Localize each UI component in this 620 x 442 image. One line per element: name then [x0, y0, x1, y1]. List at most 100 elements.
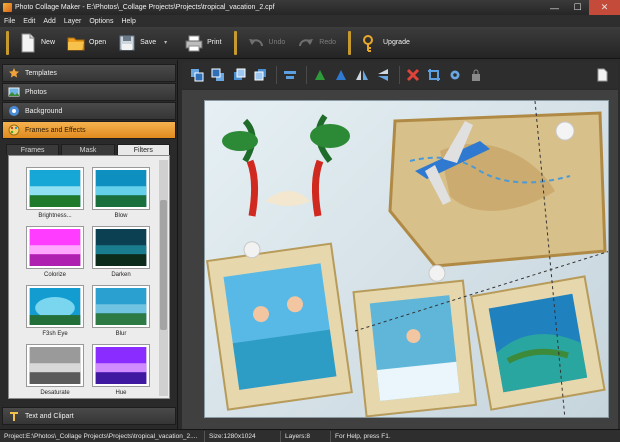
floppy-disk-icon [119, 35, 135, 50]
upgrade-button[interactable]: Upgrade [355, 29, 416, 57]
palette-icon [8, 124, 20, 136]
redo-label: Redo [319, 39, 336, 46]
toolbar-separator [348, 30, 351, 55]
app-icon [3, 3, 12, 12]
filter-label: Darken [111, 272, 131, 278]
filters-scrollbar[interactable] [159, 160, 168, 396]
templates-panel-header[interactable]: Templates [2, 64, 176, 82]
filters-scrollbar-thumb[interactable] [160, 200, 167, 330]
undo-icon [248, 38, 263, 46]
tab-filters[interactable]: Filters [116, 144, 170, 155]
crop-icon [427, 69, 440, 81]
minimize-button[interactable]: — [543, 0, 566, 15]
filter-item[interactable]: F3sh Eye [26, 285, 84, 337]
bring-forward-button[interactable] [230, 67, 247, 84]
crop-button[interactable] [425, 67, 442, 84]
filter-item[interactable]: Desaturate [26, 344, 84, 396]
print-button[interactable]: Print [179, 29, 227, 57]
filter-label: Colorize [43, 272, 66, 278]
rotate-right-icon [335, 70, 346, 80]
maximize-button[interactable]: ☐ [566, 0, 589, 15]
flip-horizontal-button[interactable] [353, 67, 370, 84]
status-help: For Help, press F1. [335, 432, 391, 440]
window-title: Photo Collage Maker - E:\Photos\_Collage… [15, 4, 275, 11]
menu-layer[interactable]: Layer [64, 18, 82, 25]
photo-frame-2[interactable] [352, 263, 478, 417]
menu-bar: File Edit Add Layer Options Help [0, 15, 620, 27]
filter-item[interactable]: Blow [92, 167, 150, 219]
frames-effects-label: Frames and Effects [25, 126, 86, 134]
undo-button[interactable]: Undo [241, 29, 292, 57]
bring-to-front-button[interactable] [188, 67, 205, 84]
open-button[interactable]: Open [61, 29, 112, 57]
photo-frame-3[interactable] [470, 275, 606, 411]
rotate-right-button[interactable] [332, 67, 349, 84]
tab-mask[interactable]: Mask [61, 144, 115, 155]
filters-grid: Brightness... Blow Colorize Darken F3sh … [8, 155, 170, 399]
background-panel-header[interactable]: Background [2, 102, 176, 120]
send-to-back-button[interactable] [209, 67, 226, 84]
status-layers: Layers:8 [281, 430, 331, 442]
collage-artwork [205, 101, 608, 417]
delete-button[interactable] [404, 67, 421, 84]
toolbar-separator [233, 30, 237, 55]
redo-button[interactable]: Redo [291, 29, 342, 57]
filter-item[interactable]: Blur [92, 285, 150, 337]
background-label: Background [25, 107, 63, 115]
filter-item[interactable]: Colorize [26, 226, 84, 278]
effects-tabs: Frames Mask Filters [6, 144, 172, 155]
photos-panel-header[interactable]: Photos [2, 83, 176, 101]
flip-vertical-icon [377, 69, 388, 81]
gear-icon [450, 70, 459, 80]
rotate-left-button[interactable] [311, 67, 328, 84]
window-controls: — ☐ ✕ [543, 0, 620, 15]
menu-add[interactable]: Add [43, 18, 55, 25]
printer-icon [185, 35, 203, 51]
canvas-toolbar-separator [306, 66, 307, 84]
menu-file[interactable]: File [4, 18, 15, 25]
treasure-map-image[interactable] [388, 111, 607, 268]
align-icon [283, 71, 296, 79]
save-label: Save [140, 39, 157, 46]
frames-effects-panel-header[interactable]: Frames and Effects [2, 121, 176, 139]
page-button[interactable] [593, 67, 610, 84]
title-bar: Photo Collage Maker - E:\Photos\_Collage… [0, 0, 620, 15]
filter-label: Brightness... [38, 213, 72, 219]
new-button[interactable]: New [13, 29, 61, 57]
filter-label: Blow [114, 213, 128, 219]
filter-item[interactable]: Brightness... [26, 167, 84, 219]
lock-button[interactable] [467, 67, 484, 84]
star-icon [9, 68, 19, 78]
settings-button[interactable] [446, 67, 463, 84]
save-button[interactable]: Save ▾ [112, 29, 179, 57]
flip-vertical-button[interactable] [374, 67, 391, 84]
photo-frame-1[interactable] [205, 231, 353, 411]
filter-thumbnail [26, 167, 84, 210]
send-backward-button[interactable] [251, 67, 268, 84]
filter-thumbnail [26, 344, 84, 387]
rotate-left-icon [314, 70, 325, 80]
folder-icon [67, 37, 85, 50]
parrots-clipart[interactable] [222, 114, 350, 217]
menu-help[interactable]: Help [121, 18, 135, 25]
undo-label: Undo [268, 39, 286, 46]
menu-edit[interactable]: Edit [23, 18, 35, 25]
close-button[interactable]: ✕ [589, 0, 620, 15]
filter-item[interactable]: Darken [92, 226, 150, 278]
main-toolbar: New Open Save ▾ Print Undo Redo Upgrade [0, 27, 620, 59]
background-icon [9, 106, 19, 116]
text-icon [10, 412, 18, 421]
tab-frames[interactable]: Frames [6, 144, 60, 155]
text-clipart-panel-header[interactable]: Text and Clipart [2, 407, 176, 425]
menu-options[interactable]: Options [89, 18, 113, 25]
lock-icon [471, 69, 480, 81]
filter-thumbnail [26, 226, 84, 269]
align-button[interactable] [281, 67, 298, 84]
filter-label: Hue [115, 390, 127, 396]
filter-item[interactable]: Hue [92, 344, 150, 396]
canvas-toolbar-separator [276, 66, 277, 84]
save-dropdown-icon[interactable]: ▾ [164, 39, 167, 46]
photo-icon [8, 87, 20, 97]
collage-canvas[interactable] [204, 100, 609, 418]
flip-horizontal-icon [355, 70, 368, 80]
